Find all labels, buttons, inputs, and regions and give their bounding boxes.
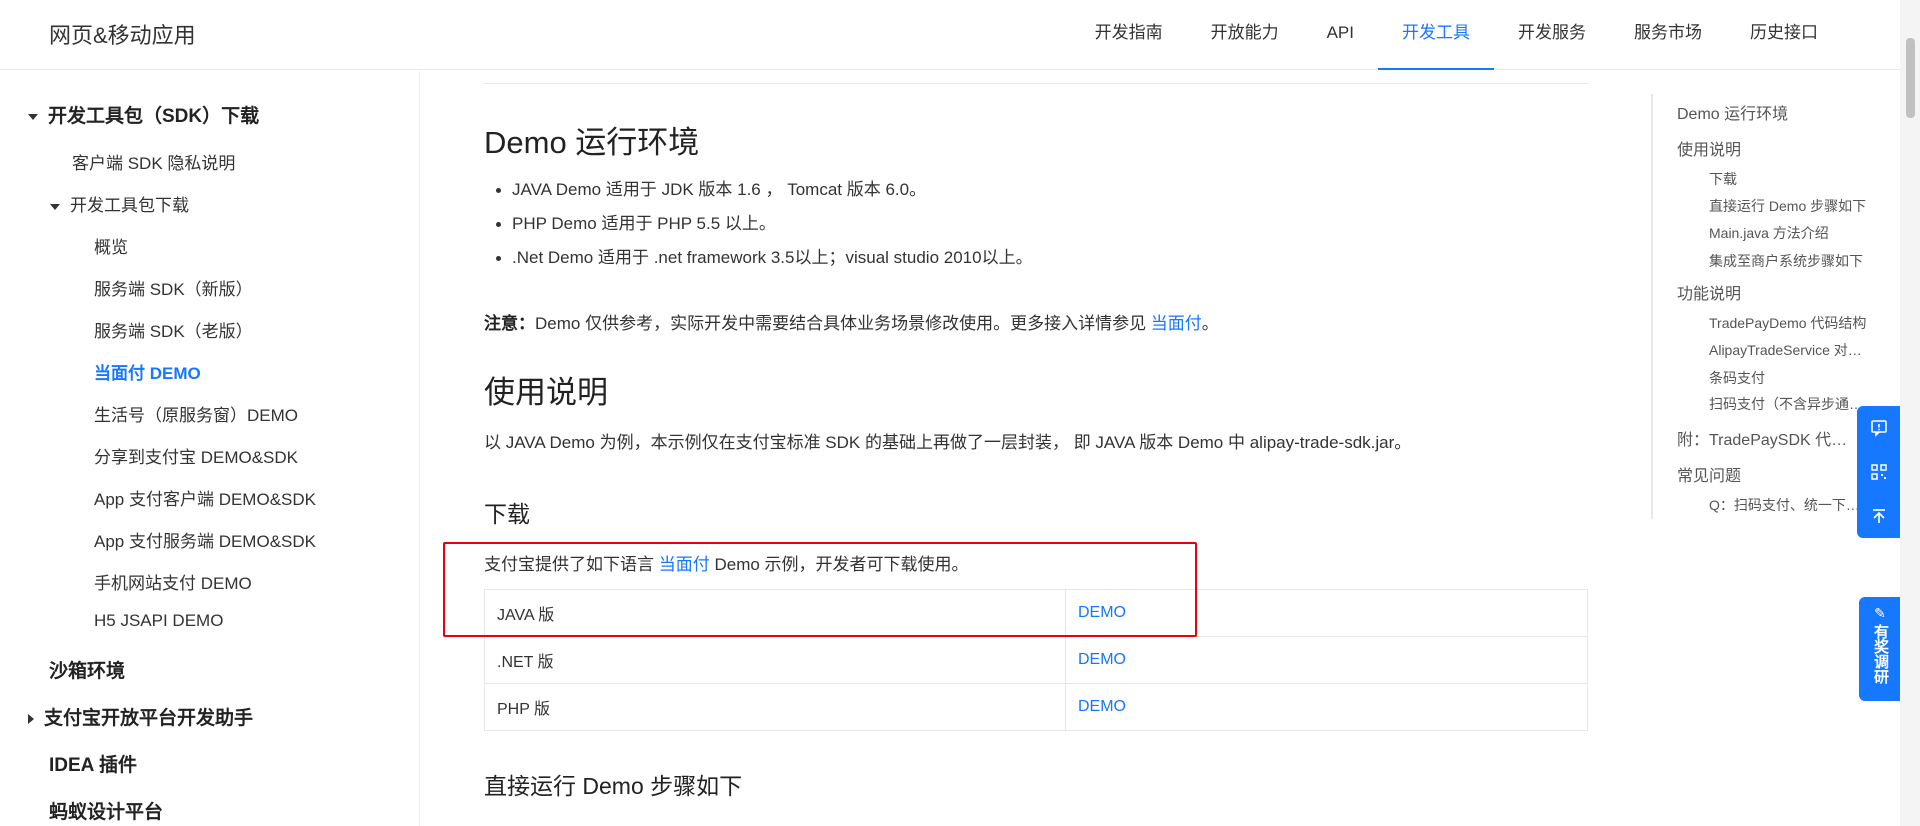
sidebar-item-toolkit-download[interactable]: 开发工具包下载 <box>50 191 189 216</box>
sidebar-item-dev-assistant[interactable]: 支付宝开放平台开发助手 <box>28 703 253 730</box>
sidebar-item-h5-jsapi-demo[interactable]: H5 JSAPI DEMO <box>94 611 223 631</box>
toc-item[interactable]: 常见问题 <box>1677 462 1741 486</box>
toc-item[interactable]: 条码支付 <box>1709 368 1765 388</box>
section-title-download: 下载 <box>484 501 530 527</box>
brand-title[interactable]: 网页&移动应用 <box>49 18 196 50</box>
sidebar-item-app-client-demo[interactable]: App 支付客户端 DEMO&SDK <box>94 485 316 510</box>
toc-item[interactable]: 直接运行 Demo 步骤如下 <box>1709 196 1866 216</box>
sidebar-item-ant-design[interactable]: 蚂蚁设计平台 <box>49 797 163 824</box>
env-bullet-list: JAVA Demo 适用于 JDK 版本 1.6 ， Tomcat 版本 6.0… <box>484 173 1033 275</box>
demo-download-link[interactable]: DEMO <box>1065 636 1588 684</box>
survey-button[interactable]: ✎ 有奖调研 <box>1859 597 1901 701</box>
list-item: JAVA Demo 适用于 JDK 版本 1.6 ， Tomcat 版本 6.0… <box>484 173 1033 207</box>
sidebar-item-wap-pay-demo[interactable]: 手机网站支付 DEMO <box>94 569 252 594</box>
table-row: .NET 版 DEMO <box>484 636 1588 684</box>
sidebar-item-label: 开发工具包下载 <box>70 196 189 215</box>
sidebar-item-label: 开发工具包（SDK）下载 <box>48 106 260 127</box>
table-cell-lang: .NET 版 <box>484 636 1066 684</box>
nav-item-legacy-api[interactable]: 历史接口 <box>1726 0 1842 70</box>
toc-item[interactable]: Main.java 方法介绍 <box>1709 223 1829 243</box>
sidebar-item-share-demo[interactable]: 分享到支付宝 DEMO&SDK <box>94 443 298 468</box>
caret-down-icon <box>50 203 60 210</box>
nav-item-api[interactable]: API <box>1303 0 1378 70</box>
page-scrollbar[interactable] <box>1900 0 1920 826</box>
sidebar-item-server-sdk-new[interactable]: 服务端 SDK（新版） <box>94 275 253 300</box>
back-to-top-icon[interactable] <box>1857 494 1901 538</box>
qrcode-icon[interactable] <box>1857 450 1901 494</box>
feedback-icon[interactable] <box>1857 406 1901 450</box>
sidebar-item-app-server-demo[interactable]: App 支付服务端 DEMO&SDK <box>94 527 316 552</box>
nav-item-open-capability[interactable]: 开放能力 <box>1187 0 1303 70</box>
divider <box>484 83 1588 84</box>
caret-right-icon <box>28 713 34 724</box>
sidebar-item-life-account-demo[interactable]: 生活号（原服务窗）DEMO <box>94 401 298 426</box>
sidebar-item-label: 支付宝开放平台开发助手 <box>44 708 254 729</box>
list-item: .Net Demo 适用于 .net framework 3.5以上；visua… <box>484 241 1033 275</box>
sidebar-item-sdk-download[interactable]: 开发工具包（SDK）下载 <box>28 101 259 128</box>
nav-item-service-market[interactable]: 服务市场 <box>1610 0 1726 70</box>
scrollbar-thumb[interactable] <box>1906 38 1915 118</box>
note-paragraph: 注意：Demo 仅供参考，实际开发中需要结合具体业务场景修改使用。更多接入详情参… <box>484 309 1219 334</box>
section-title-env: Demo 运行环境 <box>484 125 700 160</box>
note-text: Demo 仅供参考，实际开发中需要结合具体业务场景修改使用。更多接入详情参见 <box>535 314 1151 333</box>
main-content: Demo 运行环境 JAVA Demo 适用于 JDK 版本 1.6 ， Tom… <box>420 71 1620 826</box>
sidebar-item-f2f-pay-demo[interactable]: 当面付 DEMO <box>94 359 201 384</box>
note-label: 注意： <box>484 314 535 333</box>
toc-item[interactable]: AlipayTradeService 对… <box>1709 340 1879 360</box>
toc-item[interactable]: Q：扫码支付、统一下… <box>1709 495 1869 515</box>
toc-item[interactable]: 功能说明 <box>1677 280 1741 304</box>
toc-item[interactable]: 扫码支付（不含异步通… <box>1709 394 1879 414</box>
edit-icon: ✎ <box>1874 605 1886 621</box>
toc-item[interactable]: TradePayDemo 代码结构 <box>1709 313 1866 333</box>
sidebar-item-sandbox[interactable]: 沙箱环境 <box>49 656 125 683</box>
toc-item[interactable]: 下载 <box>1709 169 1737 189</box>
table-cell-lang: PHP 版 <box>484 683 1066 731</box>
table-of-contents: Demo 运行环境 使用说明 下载 直接运行 Demo 步骤如下 Main.ja… <box>1651 94 1881 519</box>
caret-down-icon <box>28 113 38 120</box>
sidebar-item-server-sdk-old[interactable]: 服务端 SDK（老版） <box>94 317 253 342</box>
sidebar-item-idea-plugin[interactable]: IDEA 插件 <box>49 750 137 777</box>
nav-item-dev-tools[interactable]: 开发工具 <box>1378 0 1494 70</box>
section-title-run-steps: 直接运行 Demo 步骤如下 <box>484 773 743 799</box>
survey-label: 有奖调研 <box>1872 624 1889 684</box>
top-nav: 开发指南 开放能力 API 开发工具 开发服务 服务市场 历史接口 <box>1071 0 1842 70</box>
toc-item[interactable]: 使用说明 <box>1677 136 1741 160</box>
note-end: 。 <box>1201 314 1219 333</box>
floating-toolbar <box>1857 406 1901 538</box>
nav-item-dev-services[interactable]: 开发服务 <box>1494 0 1610 70</box>
highlight-box <box>443 542 1197 637</box>
toc-item[interactable]: Demo 运行环境 <box>1677 100 1788 124</box>
top-header: 网页&移动应用 开发指南 开放能力 API 开发工具 开发服务 服务市场 历史接… <box>0 0 1900 70</box>
toc-item[interactable]: 集成至商户系统步骤如下 <box>1709 251 1863 271</box>
list-item: PHP Demo 适用于 PHP 5.5 以上。 <box>484 207 1033 241</box>
nav-item-dev-guide[interactable]: 开发指南 <box>1071 0 1187 70</box>
sidebar: 开发工具包（SDK）下载 客户端 SDK 隐私说明 开发工具包下载 概览 服务端… <box>0 71 420 826</box>
sidebar-item-overview[interactable]: 概览 <box>94 233 128 258</box>
note-link[interactable]: 当面付 <box>1151 314 1202 333</box>
table-row: PHP 版 DEMO <box>484 683 1588 731</box>
section-title-usage: 使用说明 <box>484 375 608 410</box>
toc-item[interactable]: 附：TradePaySDK 代… <box>1677 426 1857 450</box>
demo-download-link[interactable]: DEMO <box>1065 683 1588 731</box>
sidebar-item-client-sdk-privacy[interactable]: 客户端 SDK 隐私说明 <box>72 149 235 174</box>
usage-paragraph: 以 JAVA Demo 为例，本示例仅在支付宝标准 SDK 的基础上再做了一层封… <box>484 433 1412 452</box>
